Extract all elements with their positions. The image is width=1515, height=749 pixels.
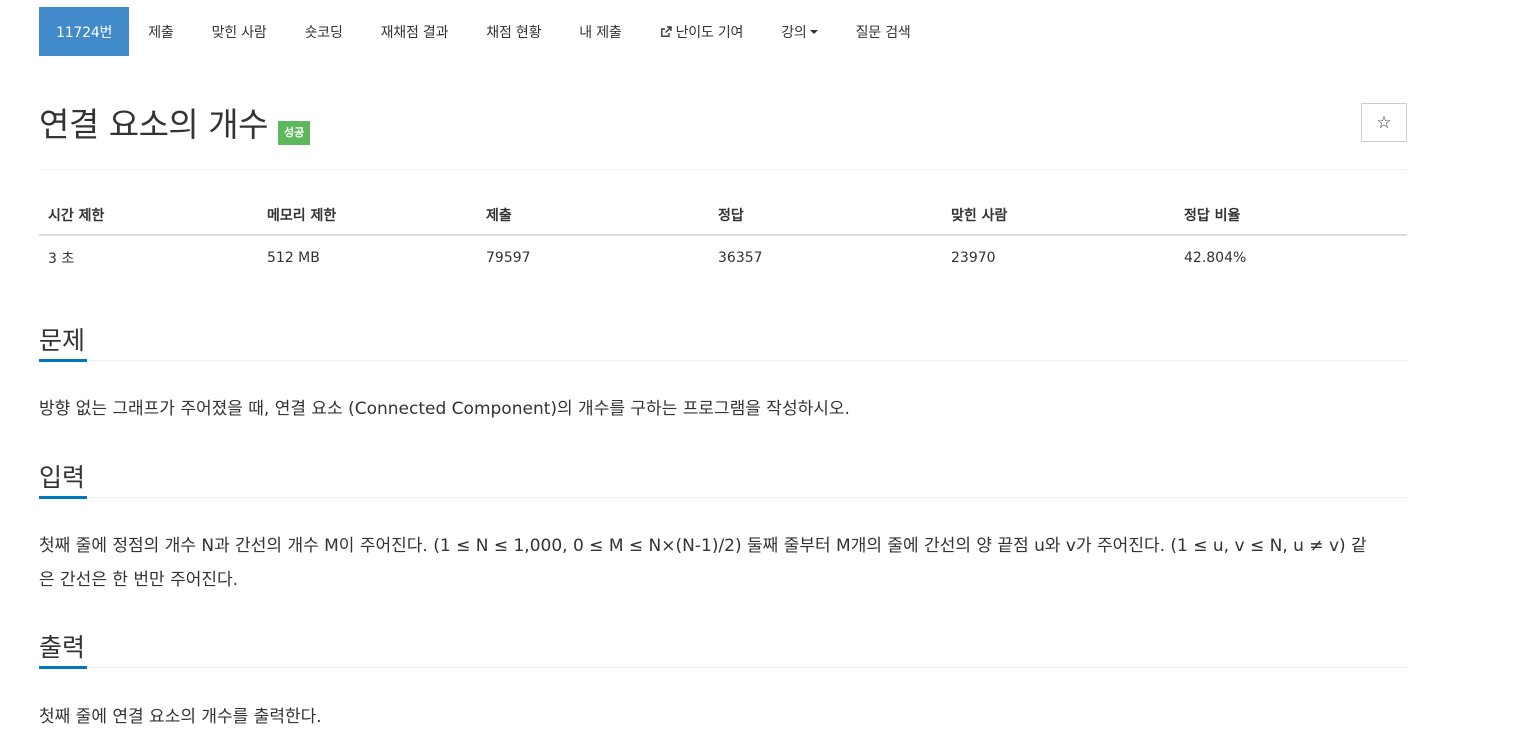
- input-description: 첫째 줄에 정점의 개수 N과 간선의 개수 M이 주어진다. (1 ≤ N ≤…: [39, 536, 1367, 590]
- cell-submissions: 79597: [486, 249, 531, 266]
- tab-short-coding[interactable]: 숏코딩: [286, 7, 362, 56]
- tab-label: 맞힌 사람: [211, 24, 267, 41]
- table-header-row: 시간 제한 메모리 제한 제출 정답 맞힌 사람 정답 비율: [39, 196, 1407, 236]
- cell-time-limit: 3 초: [48, 250, 75, 267]
- favorite-star-button[interactable]: ☆: [1361, 103, 1407, 142]
- tab-lectures-dropdown[interactable]: 강의: [762, 7, 836, 56]
- tab-question-search[interactable]: 질문 검색: [837, 7, 930, 56]
- header-time-limit: 시간 제한: [39, 196, 258, 236]
- tab-solved-users[interactable]: 맞힌 사람: [193, 7, 286, 56]
- star-icon: ☆: [1376, 112, 1392, 133]
- tab-label: 강의: [781, 24, 807, 41]
- tab-label: 난이도 기여: [675, 24, 744, 41]
- header-solved-users: 맞힌 사람: [942, 196, 1175, 236]
- success-badge: 성공: [278, 121, 311, 145]
- tab-label: 숏코딩: [304, 24, 343, 41]
- tab-my-submissions[interactable]: 내 제출: [560, 7, 640, 56]
- external-link-icon: [660, 25, 672, 37]
- cell-solved-users: 23970: [951, 249, 996, 266]
- cell-accept-ratio: 42.804%: [1184, 249, 1247, 266]
- section-problem-heading: 문제: [39, 322, 88, 362]
- output-description: 첫째 줄에 연결 요소의 개수를 출력한다.: [39, 707, 322, 727]
- section-input-heading: 입력: [39, 459, 88, 499]
- tab-problem-number[interactable]: 11724번: [39, 7, 130, 56]
- problem-title: 연결 요소의 개수: [39, 105, 269, 144]
- cell-accepted: 36357: [718, 249, 763, 266]
- tab-rejudge-results[interactable]: 재채점 결과: [362, 7, 468, 56]
- tab-label: 재채점 결과: [380, 24, 449, 41]
- tab-label: 내 제출: [579, 24, 622, 41]
- section-output-header: 출력: [39, 629, 1407, 669]
- tab-label: 제출: [148, 24, 174, 41]
- section-problem-header: 문제: [39, 322, 1407, 362]
- problem-tabs: 11724번 제출 맞힌 사람 숏코딩 재채점 결과 채점 현황 내 제출 난이…: [39, 7, 1407, 56]
- tab-judge-status[interactable]: 채점 현황: [467, 7, 560, 56]
- problem-title-row: 연결 요소의 개수 성공 ☆: [39, 103, 1407, 151]
- table-row: 3 초 512 MB 79597 36357 23970 42.804%: [39, 235, 1407, 279]
- header-submissions: 제출: [477, 196, 709, 236]
- tab-label: 채점 현황: [486, 24, 542, 41]
- tab-submit[interactable]: 제출: [129, 7, 192, 56]
- header-memory-limit: 메모리 제한: [258, 196, 477, 236]
- caret-down-icon: [809, 29, 818, 34]
- title-divider: [39, 169, 1407, 170]
- problem-info-table: 시간 제한 메모리 제한 제출 정답 맞힌 사람 정답 비율 3 초 512 M…: [39, 196, 1407, 279]
- header-accept-ratio: 정답 비율: [1175, 196, 1407, 236]
- tab-difficulty-contribution[interactable]: 난이도 기여: [641, 7, 763, 56]
- tab-label: 질문 검색: [855, 24, 911, 41]
- section-output-heading: 출력: [39, 629, 88, 669]
- problem-page: 11724번 제출 맞힌 사람 숏코딩 재채점 결과 채점 현황 내 제출 난이…: [39, 7, 1407, 727]
- cell-memory-limit: 512 MB: [267, 249, 320, 266]
- tab-label: 11724번: [56, 24, 113, 41]
- header-accepted: 정답: [709, 196, 942, 236]
- problem-description: 방향 없는 그래프가 주어졌을 때, 연결 요소 (Connected Comp…: [39, 399, 850, 419]
- section-input-header: 입력: [39, 459, 1407, 499]
